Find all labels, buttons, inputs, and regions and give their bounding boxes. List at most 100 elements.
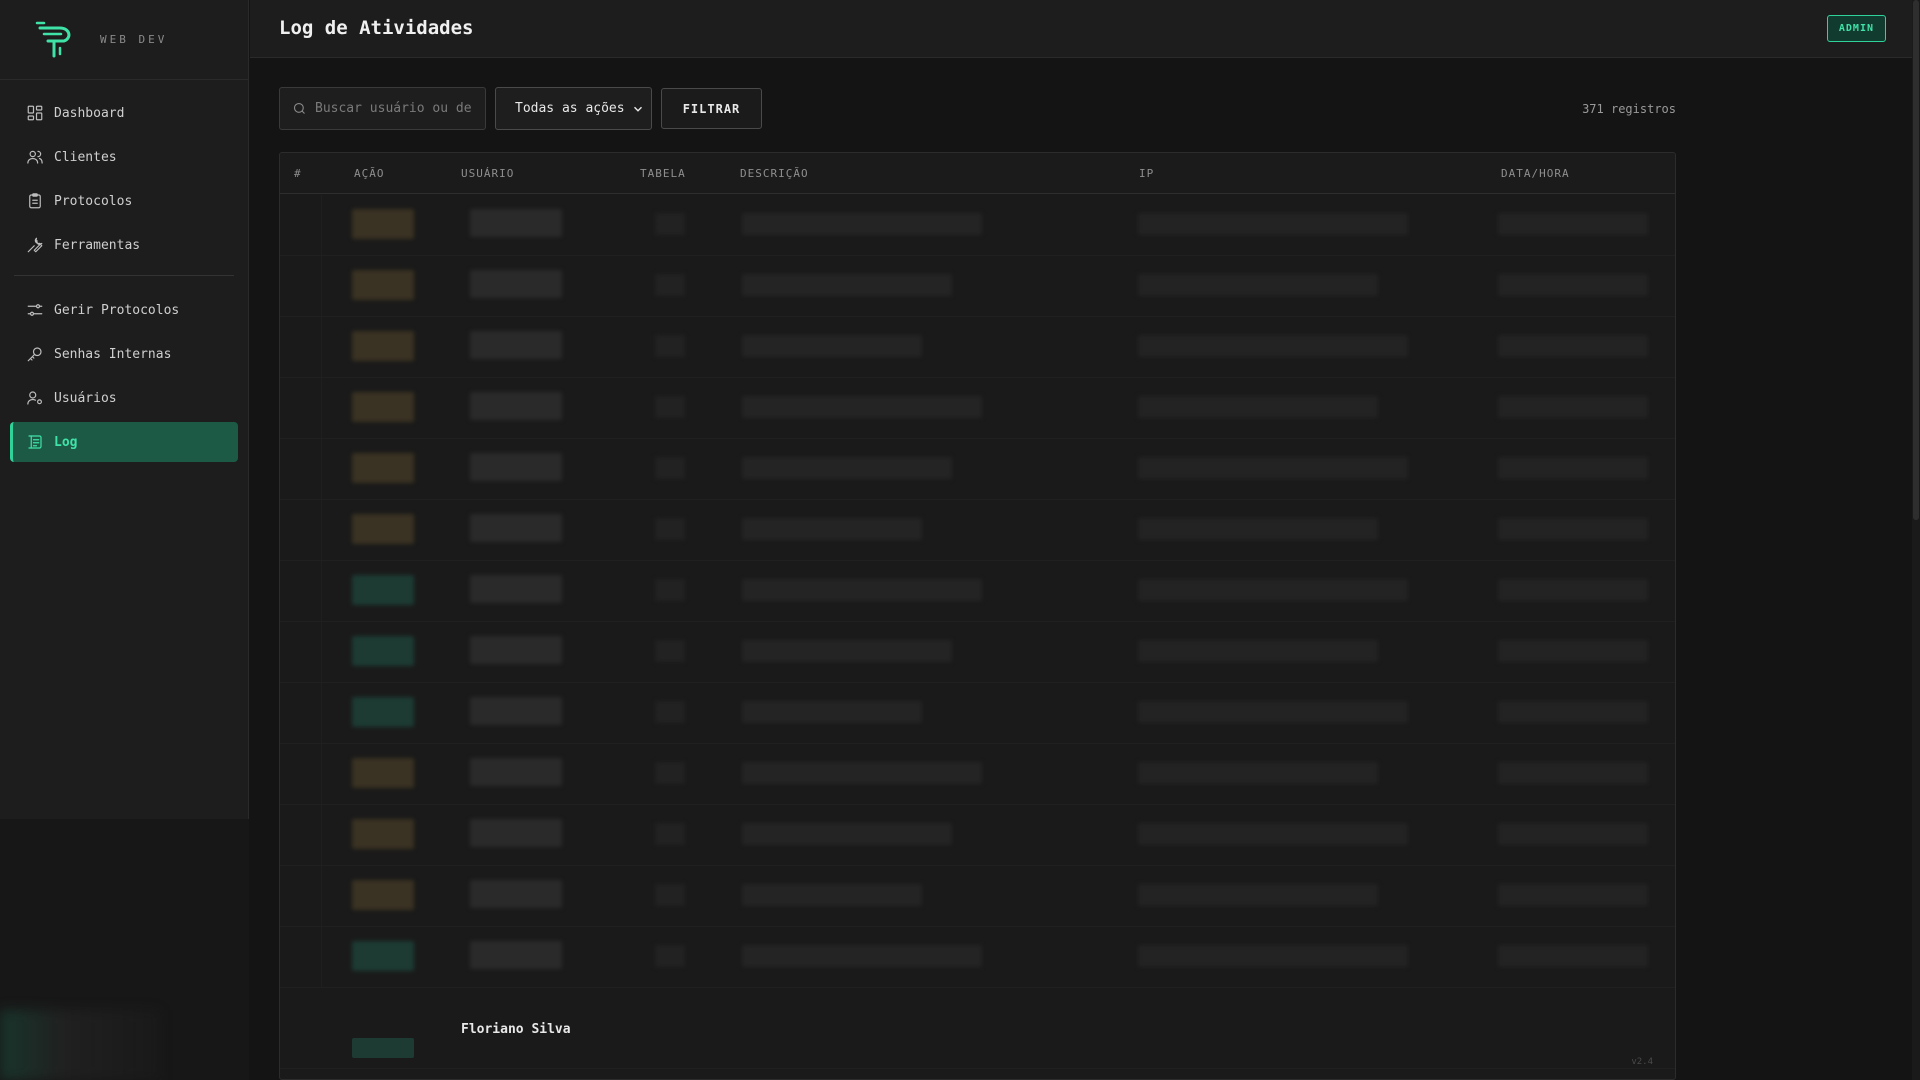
table-row[interactable] xyxy=(280,622,1675,683)
key-icon xyxy=(26,345,44,363)
log-icon xyxy=(26,433,44,451)
redacted-cell xyxy=(742,396,982,418)
redacted-cell xyxy=(1138,762,1378,784)
redacted-cell xyxy=(655,640,685,662)
redacted-cell xyxy=(470,453,562,481)
search-input[interactable] xyxy=(315,101,475,116)
sidebar-item-ferramentas[interactable]: Ferramentas xyxy=(10,225,238,265)
redacted-cell xyxy=(1498,945,1648,967)
sidebar-item-label: Log xyxy=(54,434,78,450)
redacted-cell xyxy=(352,270,414,300)
row-index-cell xyxy=(280,500,322,560)
redacted-cell xyxy=(655,274,685,296)
brand-logo-icon xyxy=(35,21,71,57)
table-row[interactable] xyxy=(280,683,1675,744)
table-body: Floriano Silva xyxy=(280,195,1675,1079)
table-row[interactable] xyxy=(280,561,1675,622)
table-row[interactable]: Floriano Silva xyxy=(280,1008,1675,1069)
redacted-cell xyxy=(470,575,562,603)
redacted-cell xyxy=(1138,213,1408,235)
activity-log-table: # AÇÃO USUÁRIO TABELA DESCRIÇÃO IP DATA/… xyxy=(279,152,1676,1080)
table-row[interactable] xyxy=(280,378,1675,439)
page-title: Log de Atividades xyxy=(279,17,474,39)
sidebar-item-label: Usuários xyxy=(54,390,117,406)
column-header-descricao[interactable]: DESCRIÇÃO xyxy=(740,167,809,180)
redacted-cell xyxy=(1498,518,1648,540)
redacted-cell xyxy=(742,579,982,601)
redacted-cell xyxy=(1138,945,1408,967)
redacted-cell xyxy=(470,880,562,908)
nav-divider xyxy=(14,275,234,276)
redacted-cell xyxy=(1138,335,1408,357)
sidebar-item-label: Clientes xyxy=(54,149,117,165)
column-header-data-hora[interactable]: DATA/HORA xyxy=(1501,167,1570,180)
row-index-cell xyxy=(280,378,322,438)
redacted-cell xyxy=(655,884,685,906)
redacted-cell xyxy=(1498,762,1648,784)
redacted-cell xyxy=(1138,396,1378,418)
sidebar-item-gerir-protocolos[interactable]: Gerir Protocolos xyxy=(10,290,238,330)
row-index-cell xyxy=(280,805,322,865)
action-badge xyxy=(352,1038,414,1058)
table-row[interactable] xyxy=(280,256,1675,317)
sidebar-item-label: Dashboard xyxy=(54,105,125,121)
table-row[interactable] xyxy=(280,317,1675,378)
redacted-cell xyxy=(470,819,562,847)
redacted-cell xyxy=(742,884,922,906)
sidebar-user-card-blurred xyxy=(0,1010,160,1080)
brand[interactable]: WEB DEV xyxy=(0,0,249,80)
redacted-cell xyxy=(352,209,414,239)
role-badge: ADMIN xyxy=(1826,15,1886,42)
column-header-index[interactable]: # xyxy=(294,167,302,180)
column-header-tabela[interactable]: TABELA xyxy=(640,167,686,180)
redacted-cell xyxy=(742,274,952,296)
user-gear-icon xyxy=(26,389,44,407)
action-select-value: Todas as ações xyxy=(515,101,625,116)
redacted-cell xyxy=(352,453,414,483)
table-row[interactable] xyxy=(280,866,1675,927)
row-index-cell xyxy=(280,866,322,926)
row-user-name: Floriano Silva xyxy=(461,1022,571,1037)
action-select[interactable]: Todas as ações xyxy=(495,87,652,130)
table-row[interactable] xyxy=(280,500,1675,561)
filter-button[interactable]: FILTRAR xyxy=(661,88,762,129)
redacted-cell xyxy=(742,335,922,357)
table-row[interactable] xyxy=(280,927,1675,988)
table-row[interactable] xyxy=(280,195,1675,256)
sidebar-item-usuarios[interactable]: Usuários xyxy=(10,378,238,418)
redacted-cell xyxy=(470,636,562,664)
redacted-cell xyxy=(470,697,562,725)
column-header-usuario[interactable]: USUÁRIO xyxy=(461,167,514,180)
sidebar-item-protocolos[interactable]: Protocolos xyxy=(10,181,238,221)
column-header-acao[interactable]: AÇÃO xyxy=(354,167,385,180)
column-header-ip[interactable]: IP xyxy=(1139,167,1154,180)
redacted-cell xyxy=(1138,518,1378,540)
redacted-cell xyxy=(1498,274,1648,296)
redacted-cell xyxy=(1138,884,1378,906)
redacted-cell xyxy=(1498,457,1648,479)
sidebar-item-clientes[interactable]: Clientes xyxy=(10,137,238,177)
sidebar-item-log[interactable]: Log xyxy=(10,422,238,462)
sidebar-item-dashboard[interactable]: Dashboard xyxy=(10,93,238,133)
redacted-cell xyxy=(655,823,685,845)
redacted-cell xyxy=(1498,335,1648,357)
redacted-cell xyxy=(655,457,685,479)
sliders-icon xyxy=(26,301,44,319)
redacted-cell xyxy=(1138,640,1378,662)
table-row[interactable] xyxy=(280,439,1675,500)
chevron-down-icon xyxy=(634,106,642,112)
redacted-cell xyxy=(1498,579,1648,601)
page-scrollbar[interactable] xyxy=(1912,0,1920,1080)
redacted-cell xyxy=(1498,640,1648,662)
wrench-icon xyxy=(26,236,44,254)
search-icon xyxy=(293,102,305,114)
table-row[interactable] xyxy=(280,805,1675,866)
table-row[interactable] xyxy=(280,744,1675,805)
redacted-cell xyxy=(470,270,562,298)
redacted-cell xyxy=(1138,823,1408,845)
sidebar-item-senhas-internas[interactable]: Senhas Internas xyxy=(10,334,238,374)
redacted-cell xyxy=(655,701,685,723)
scrollbar-thumb[interactable] xyxy=(1913,0,1919,520)
redacted-cell xyxy=(470,209,562,237)
version-label: v2.4 xyxy=(1631,1057,1653,1067)
